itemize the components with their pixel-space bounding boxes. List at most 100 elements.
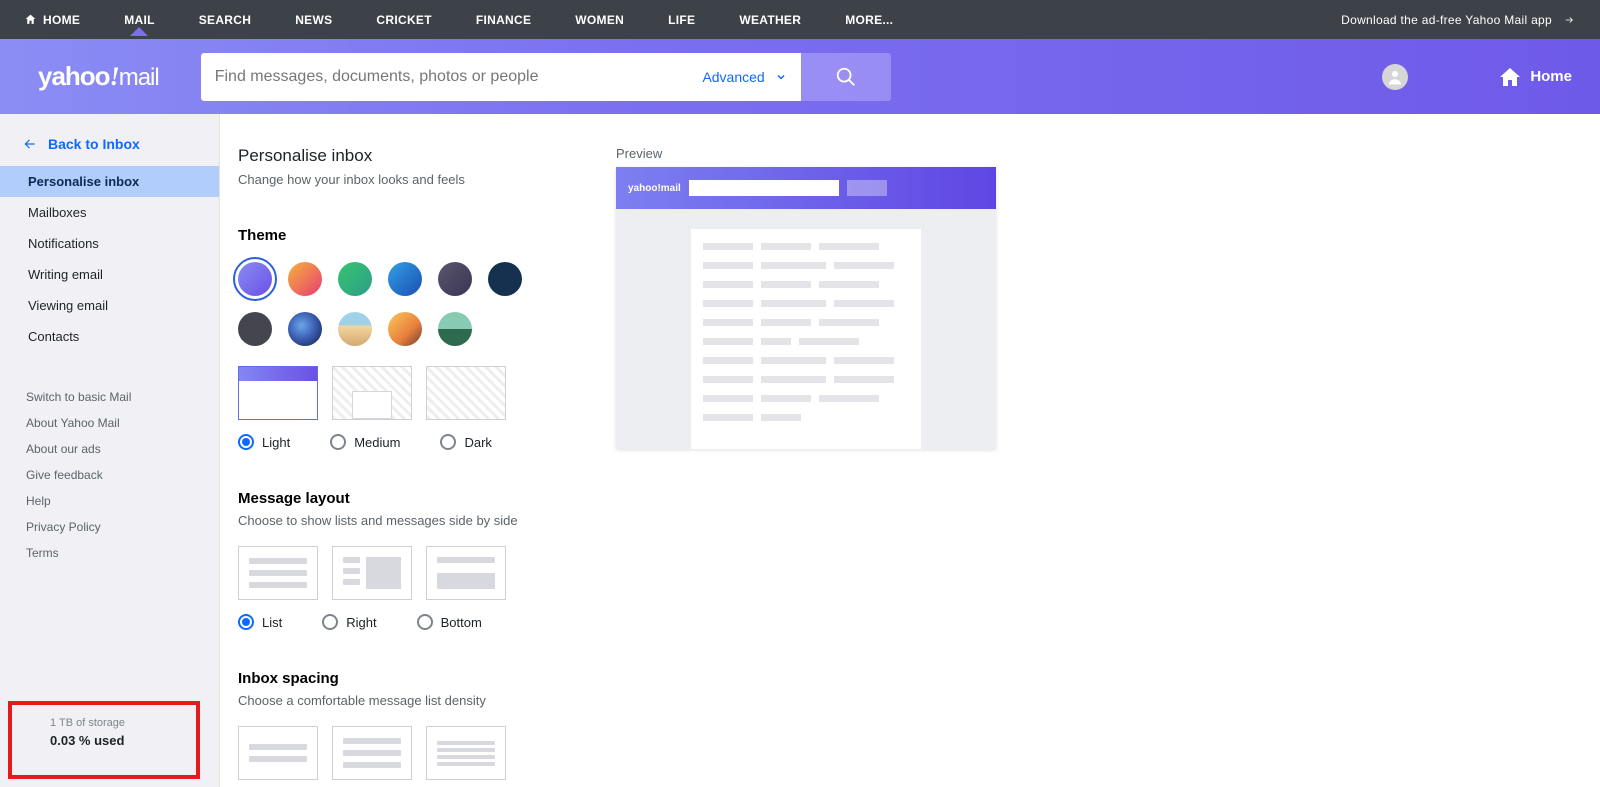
mail-header: yahoo!mail Advanced Home (0, 39, 1600, 114)
spacing-heading: Inbox spacing (238, 670, 566, 687)
sidebar-link-privacy[interactable]: Privacy Policy (0, 514, 219, 540)
chevron-down-icon (775, 71, 787, 83)
search-button[interactable] (801, 53, 891, 101)
theme-swatch-mountain-image[interactable] (438, 312, 472, 346)
search-icon (835, 66, 857, 88)
topnav-mail[interactable]: MAIL (124, 13, 155, 27)
layout-radios: List Right Bottom (238, 614, 566, 630)
theme-bg-light[interactable] (238, 366, 318, 420)
radio-light[interactable]: Light (238, 434, 290, 450)
radio-label: Right (346, 615, 376, 630)
theme-swatch-blue-gradient[interactable] (388, 262, 422, 296)
logo-exclaim: ! (110, 62, 119, 91)
radio-list[interactable]: List (238, 614, 282, 630)
radio-label: List (262, 615, 282, 630)
theme-swatch-charcoal[interactable] (238, 312, 272, 346)
layout-opt-right[interactable] (332, 546, 412, 600)
home-icon (1498, 65, 1522, 89)
topnav-weather[interactable]: WEATHER (739, 13, 801, 27)
settings-content[interactable]: Personalise inbox Change how your inbox … (220, 114, 596, 787)
sidebar-item-contacts[interactable]: Contacts (0, 321, 219, 352)
preview-logo: yahoo!mail (628, 183, 681, 194)
preview-pane: Preview yahoo!mail (596, 114, 1600, 787)
theme-swatch-globe-image[interactable] (288, 312, 322, 346)
account-avatar[interactable] (1382, 64, 1408, 90)
sidebar-link-terms[interactable]: Terms (0, 540, 219, 566)
topnav-more[interactable]: MORE... (845, 13, 893, 27)
search-input[interactable] (215, 68, 693, 86)
topnav-download-link[interactable]: Download the ad-free Yahoo Mail app (1341, 13, 1576, 27)
layout-options (238, 546, 566, 600)
topnav-label: WEATHER (739, 13, 801, 27)
radio-label: Light (262, 435, 290, 450)
settings-sidebar: Back to Inbox Personalise inbox Mailboxe… (0, 114, 220, 787)
sidebar-link-about-ads[interactable]: About our ads (0, 436, 219, 462)
back-to-inbox-link[interactable]: Back to Inbox (0, 132, 219, 166)
radio-label: Dark (464, 435, 491, 450)
topnav-label: WOMEN (575, 13, 624, 27)
page-subtitle: Change how your inbox looks and feels (238, 172, 566, 187)
sidebar-item-viewing[interactable]: Viewing email (0, 290, 219, 321)
theme-swatch-green-gradient[interactable] (338, 262, 372, 296)
topnav-search[interactable]: SEARCH (199, 13, 251, 27)
radio-label: Bottom (441, 615, 482, 630)
arrow-right-icon (1562, 15, 1576, 25)
sidebar-link-basic[interactable]: Switch to basic Mail (0, 384, 219, 410)
preview-header: yahoo!mail (616, 167, 996, 209)
preview-search-btn (847, 180, 887, 196)
sidebar-item-personalise[interactable]: Personalise inbox (0, 166, 219, 197)
theme-swatch-beach-image[interactable] (338, 312, 372, 346)
topnav-label: CRICKET (376, 13, 431, 27)
layout-sub: Choose to show lists and messages side b… (238, 513, 566, 528)
spacing-opt-2[interactable] (332, 726, 412, 780)
search-box: Advanced (201, 53, 801, 101)
radio-dark[interactable]: Dark (440, 434, 491, 450)
page-title: Personalise inbox (238, 146, 566, 166)
advanced-search-toggle[interactable]: Advanced (702, 69, 786, 85)
theme-bg-dark[interactable] (426, 366, 506, 420)
theme-swatch-orange-gradient[interactable] (288, 262, 322, 296)
radio-bottom[interactable]: Bottom (417, 614, 482, 630)
topnav-label: FINANCE (476, 13, 531, 27)
sidebar-item-writing[interactable]: Writing email (0, 259, 219, 290)
topnav-news[interactable]: NEWS (295, 13, 332, 27)
theme-swatch-navy[interactable] (488, 262, 522, 296)
arrow-left-icon (22, 137, 38, 151)
preview-body (616, 209, 996, 449)
layout-opt-list[interactable] (238, 546, 318, 600)
sidebar-link-feedback[interactable]: Give feedback (0, 462, 219, 488)
home-icon (24, 13, 37, 26)
theme-swatch-dark-purple[interactable] (438, 262, 472, 296)
topnav-life[interactable]: LIFE (668, 13, 695, 27)
topnav-home[interactable]: HOME (24, 13, 80, 27)
top-nav-left: HOME MAIL SEARCH NEWS CRICKET FINANCE WO… (24, 13, 893, 27)
spacing-opt-1[interactable] (238, 726, 318, 780)
topnav-download-text: Download the ad-free Yahoo Mail app (1341, 13, 1552, 27)
spacing-options (238, 726, 566, 780)
topnav-label: MORE... (845, 13, 893, 27)
topnav-label: LIFE (668, 13, 695, 27)
radio-label: Medium (354, 435, 400, 450)
sidebar-link-about-mail[interactable]: About Yahoo Mail (0, 410, 219, 436)
layout-opt-bottom[interactable] (426, 546, 506, 600)
header-right: Home (1382, 64, 1572, 90)
spacing-opt-3[interactable] (426, 726, 506, 780)
topnav-cricket[interactable]: CRICKET (376, 13, 431, 27)
spacing-sub: Choose a comfortable message list densit… (238, 693, 566, 708)
sidebar-link-help[interactable]: Help (0, 488, 219, 514)
home-button[interactable]: Home (1498, 65, 1572, 89)
topnav-label: MAIL (124, 13, 155, 27)
theme-swatches (238, 262, 538, 346)
layout-heading: Message layout (238, 490, 566, 507)
radio-medium[interactable]: Medium (330, 434, 400, 450)
theme-swatch-purple-gradient[interactable] (238, 262, 272, 296)
topnav-women[interactable]: WOMEN (575, 13, 624, 27)
radio-right[interactable]: Right (322, 614, 376, 630)
theme-bg-medium[interactable] (332, 366, 412, 420)
topnav-finance[interactable]: FINANCE (476, 13, 531, 27)
theme-swatch-skyline-image[interactable] (388, 312, 422, 346)
theme-mode-radios: Light Medium Dark (238, 434, 566, 450)
sidebar-item-mailboxes[interactable]: Mailboxes (0, 197, 219, 228)
sidebar-item-notifications[interactable]: Notifications (0, 228, 219, 259)
yahoo-mail-logo[interactable]: yahoo!mail (38, 61, 159, 92)
